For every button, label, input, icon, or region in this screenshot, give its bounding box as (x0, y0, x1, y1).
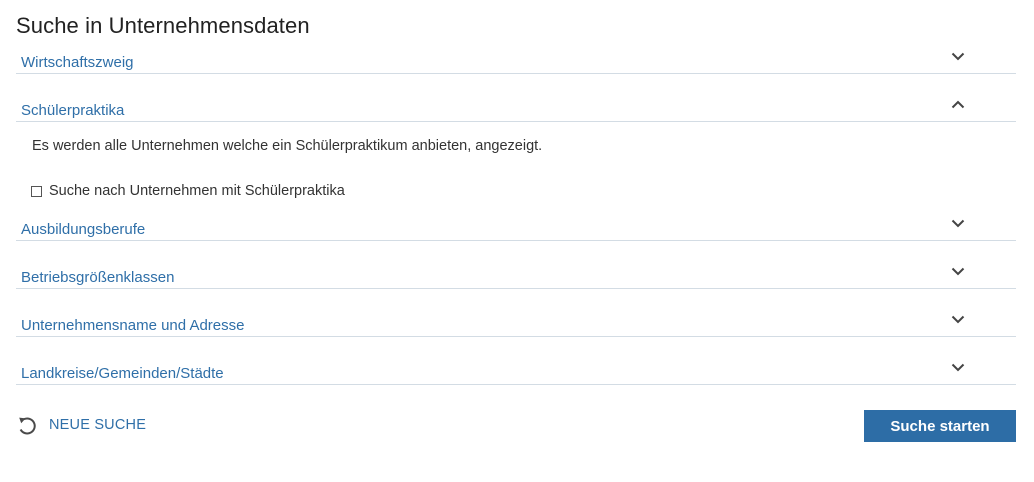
accordion-unternehmensname-adresse[interactable]: Unternehmensname und Adresse (16, 289, 1016, 337)
accordion-label: Schülerpraktika (21, 102, 125, 119)
accordion-label: Wirtschaftszweig (21, 54, 134, 71)
accordion-schuelerpraktika[interactable]: Schülerpraktika (16, 74, 1016, 122)
accordion-label: Ausbildungsberufe (21, 221, 146, 238)
accordion-label: Unternehmensname und Adresse (21, 317, 245, 334)
chevron-down-icon[interactable] (951, 52, 965, 61)
accordion-ausbildungsberufe[interactable]: Ausbildungsberufe (16, 193, 1016, 241)
chevron-up-icon[interactable] (951, 100, 965, 109)
search-page: Suche in Unternehmensdaten Wirtschaftszw… (0, 0, 1034, 482)
accordion-wirtschaftszweig[interactable]: Wirtschaftszweig (16, 26, 1016, 74)
accordion-betriebsgroessenklassen[interactable]: Betriebsgrößenklassen (16, 241, 1016, 289)
chevron-down-icon[interactable] (951, 219, 965, 228)
chevron-down-icon[interactable] (951, 315, 965, 324)
start-search-button[interactable]: Suche starten (864, 410, 1016, 442)
accordion-landkreise[interactable]: Landkreise/Gemeinden/Städte (16, 337, 1016, 385)
accordion-label: Landkreise/Gemeinden/Städte (21, 365, 224, 382)
new-search-link[interactable]: NEUE SUCHE (16, 412, 146, 438)
chevron-down-icon[interactable] (951, 363, 965, 372)
reset-icon (16, 414, 38, 436)
chevron-down-icon[interactable] (951, 267, 965, 276)
schuelerpraktika-description: Es werden alle Unternehmen welche ein Sc… (32, 138, 543, 154)
accordion-label: Betriebsgrößenklassen (21, 269, 175, 286)
new-search-label: NEUE SUCHE (49, 417, 147, 433)
